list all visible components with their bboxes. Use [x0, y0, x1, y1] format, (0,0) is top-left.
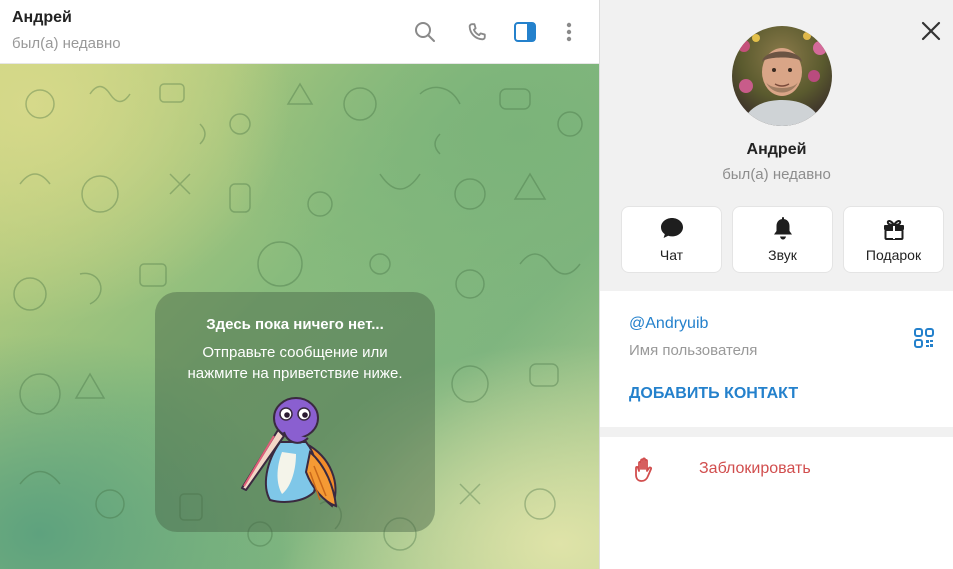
chat-status: был(а) недавно [12, 35, 121, 52]
profile-status: был(а) недавно [722, 166, 831, 183]
sidebar-toggle-icon [514, 22, 536, 42]
profile-danger-section: Заблокировать [600, 437, 953, 569]
sound-button[interactable]: Звук [732, 206, 833, 273]
chat-area: Андрей был(а) недавно Здесь пока ничего … [0, 0, 599, 569]
call-button[interactable] [462, 17, 492, 47]
username-value[interactable]: @Andryuib [629, 315, 708, 333]
add-contact-button[interactable]: ДОБАВИТЬ КОНТАКТ [629, 385, 798, 403]
more-button[interactable] [554, 17, 584, 47]
chat-button[interactable]: Чат [621, 206, 722, 273]
gift-button-label: Подарок [865, 247, 922, 263]
block-user-label: Заблокировать [699, 460, 811, 477]
chat-button-label: Чат [659, 247, 684, 263]
sound-button-label: Звук [768, 247, 797, 263]
hand-stop-icon [635, 457, 653, 482]
username-label: Имя пользователя [629, 342, 758, 359]
chat-bubble-icon [660, 218, 683, 238]
chat-title[interactable]: Андрей [12, 9, 72, 27]
phone-icon [468, 23, 486, 41]
empty-chat-text: Отправьте сообщение или нажмите на приве… [155, 342, 435, 384]
sidebar-toggle-button[interactable] [510, 17, 540, 47]
chat-background: Здесь пока ничего нет... Отправьте сообщ… [0, 64, 599, 569]
profile-panel: Андрей был(а) недавно Чат Звук Подарок @… [599, 0, 953, 569]
empty-chat-placeholder: Здесь пока ничего нет... Отправьте сообщ… [155, 292, 435, 532]
gift-icon [883, 219, 904, 240]
profile-info: @Andryuib Имя пользователя ДОБАВИТЬ КОНТ… [600, 291, 953, 427]
bell-icon [773, 217, 792, 240]
more-vert-icon [566, 22, 572, 42]
empty-chat-title: Здесь пока ничего нет... [206, 316, 384, 333]
search-icon [415, 22, 435, 42]
empty-chat-line1: Отправьте сообщение или [202, 344, 388, 361]
greeting-sticker-hummingbird[interactable] [240, 392, 350, 512]
avatar[interactable] [732, 26, 832, 126]
chat-header[interactable]: Андрей был(а) недавно [0, 0, 599, 64]
search-button[interactable] [410, 17, 440, 47]
qr-code-icon[interactable] [912, 326, 936, 350]
gift-button[interactable]: Подарок [843, 206, 944, 273]
close-icon[interactable] [918, 18, 944, 44]
block-user-button[interactable]: Заблокировать [600, 437, 953, 501]
profile-name: Андрей [746, 141, 807, 158]
empty-chat-line2: нажмите на приветствие ниже. [187, 365, 403, 382]
